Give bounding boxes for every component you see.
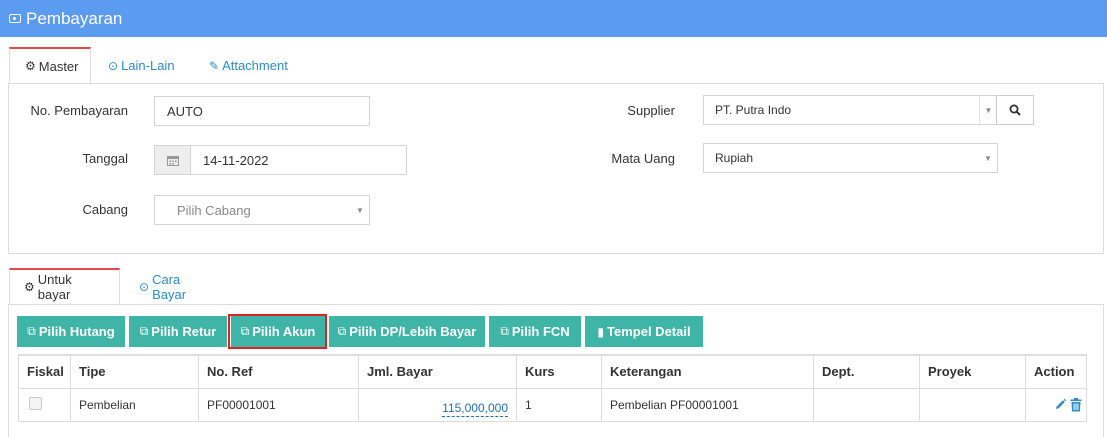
cogs-icon: ⚙ xyxy=(24,280,35,294)
calendar-icon[interactable] xyxy=(154,145,191,175)
column-header: Keterangan xyxy=(601,354,814,389)
copy-icon: ⧉ xyxy=(337,324,347,338)
trash-icon[interactable] xyxy=(1070,397,1082,412)
highlight-box xyxy=(228,314,327,349)
column-header: Fiskal xyxy=(18,354,71,389)
paperclip-icon: ✎ xyxy=(209,58,220,73)
detail-table: Fiskal Tipe No. Ref Jml. Bayar Kurs Kete… xyxy=(18,354,1087,422)
window-title: Pembayaran xyxy=(26,8,123,28)
copy-icon: ⧉ xyxy=(139,324,149,338)
pilih-fcn-button[interactable]: ⧉ Pilih FCN xyxy=(489,316,581,347)
copy-icon: ⧉ xyxy=(27,324,36,338)
table-header-row: Fiskal Tipe No. Ref Jml. Bayar Kurs Kete… xyxy=(18,354,1087,389)
tanggal-input[interactable]: 14-11-2022 xyxy=(190,145,407,175)
action-cell xyxy=(1025,387,1087,422)
search-icon xyxy=(1009,104,1021,116)
pilih-hutang-button[interactable]: ⧉ Pilih Hutang xyxy=(17,316,125,347)
window-titlebar: Pembayaran xyxy=(0,0,1107,37)
chevron-down-icon: ▼ xyxy=(356,205,364,215)
tab-master[interactable]: ⚙ Master xyxy=(9,47,91,84)
column-header: Tipe xyxy=(70,354,199,389)
tab-untuk-bayar[interactable]: ⚙ Untuk bayar xyxy=(9,268,120,305)
table-row: Pembelian PF00001001 115,000,000 1 Pembe… xyxy=(18,387,1087,422)
column-header: Dept. xyxy=(813,354,920,389)
master-tabs: ⚙ Master ⊙ Lain-Lain ✎ Attachment xyxy=(9,47,299,84)
tipe-cell: Pembelian xyxy=(70,387,199,422)
no-pembayaran-input[interactable]: AUTO xyxy=(154,96,370,126)
check-circle-icon: ⊙ xyxy=(139,279,150,294)
cabang-select[interactable]: Pilih Cabang ▼ xyxy=(154,195,370,225)
chevron-down-icon: ▼ xyxy=(984,153,992,163)
cabang-label: Cabang xyxy=(82,202,128,217)
dept-cell xyxy=(813,387,920,422)
money-icon xyxy=(9,14,21,23)
kurs-cell: 1 xyxy=(516,387,602,422)
column-header: Action xyxy=(1025,354,1087,389)
copy-icon: ⧉ xyxy=(500,324,509,338)
tab-lain-lain[interactable]: ⊙ Lain-Lain xyxy=(91,47,199,84)
edit-icon[interactable] xyxy=(1054,398,1067,411)
tempel-detail-button[interactable]: ▮ Tempel Detail xyxy=(585,316,703,347)
fiskal-checkbox[interactable] xyxy=(29,396,42,410)
pilih-retur-button[interactable]: ⧉ Pilih Retur xyxy=(129,316,227,347)
detail-tabs: ⚙ Untuk bayar ⊙ Cara Bayar xyxy=(9,268,225,305)
paste-icon: ▮ xyxy=(597,324,605,339)
tab-attachment[interactable]: ✎ Attachment xyxy=(199,47,299,84)
no-ref-cell: PF00001001 xyxy=(198,387,359,422)
tab-cara-bayar[interactable]: ⊙ Cara Bayar xyxy=(120,268,225,305)
column-header: Kurs xyxy=(516,354,602,389)
check-circle-icon: ⊙ xyxy=(108,58,119,73)
keterangan-cell: Pembelian PF00001001 xyxy=(601,387,814,422)
mata-uang-select[interactable]: Rupiah ▼ xyxy=(703,143,998,173)
proyek-cell xyxy=(919,387,1026,422)
tanggal-label: Tanggal xyxy=(82,151,128,166)
column-header: No. Ref xyxy=(198,354,359,389)
mata-uang-label: Mata Uang xyxy=(611,151,675,166)
jml-bayar-value[interactable]: 115,000,000 xyxy=(442,401,508,417)
cogs-icon: ⚙ xyxy=(25,59,36,73)
supplier-label: Supplier xyxy=(627,103,675,118)
pilih-dp-lebih-bayar-button[interactable]: ⧉ Pilih DP/Lebih Bayar xyxy=(329,316,485,347)
supplier-search-button[interactable] xyxy=(996,95,1034,125)
supplier-select[interactable]: PT. Putra Indo ▼ xyxy=(703,95,998,125)
chevron-down-icon: ▼ xyxy=(979,96,997,124)
column-header: Jml. Bayar xyxy=(358,354,517,389)
no-pembayaran-label: No. Pembayaran xyxy=(30,103,128,118)
column-header: Proyek xyxy=(919,354,1026,389)
